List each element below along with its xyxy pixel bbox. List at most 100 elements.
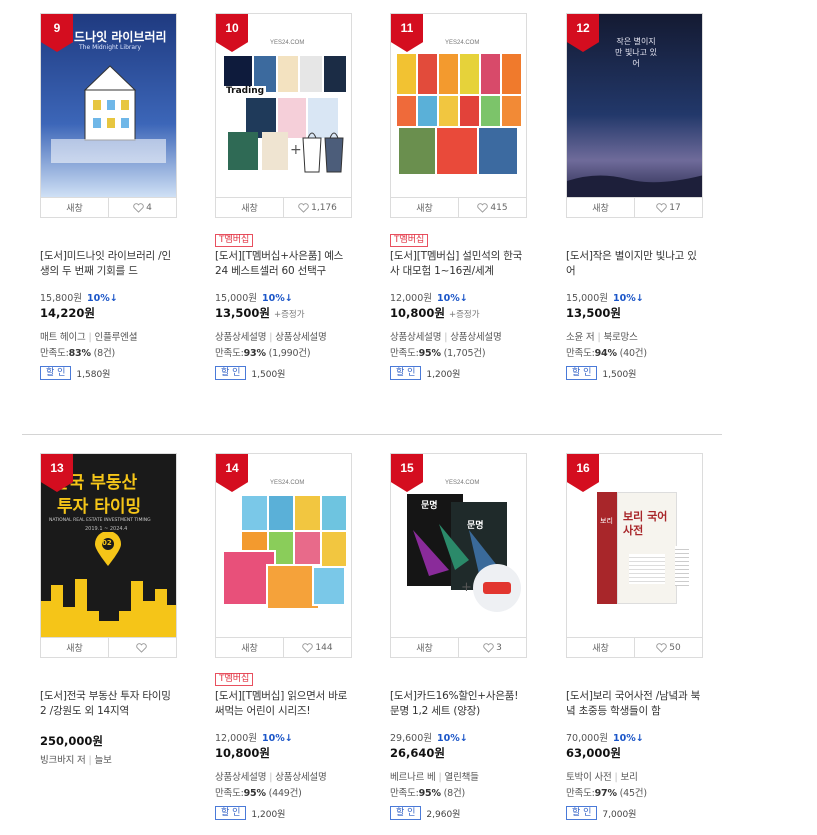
product-title[interactable]: [도서][T멤버십] 설민석의 한국사 대모험 1~16권/세계 [390, 249, 530, 279]
like-button[interactable]: 415 [458, 198, 526, 217]
detail-link[interactable]: 상품상세설명 [215, 332, 266, 343]
publisher[interactable]: 보리 [621, 772, 638, 783]
author[interactable]: 매트 헤이그 [40, 332, 86, 343]
sale-price: 63,000원 [566, 746, 621, 760]
author[interactable]: 베르나르 베 [390, 772, 436, 783]
product-title[interactable]: [도서]보리 국어사전 /남녘과 북녘 초중등 학생들이 함 [566, 689, 706, 719]
review-count[interactable]: (8건) [94, 348, 116, 359]
discount-button[interactable]: 할 인 [215, 366, 247, 380]
new-window-button[interactable]: 새창 [216, 198, 283, 217]
discount-button[interactable]: 할 인 [566, 806, 598, 820]
author-publisher: 소윤 저 | 북로망스 [566, 332, 638, 343]
rating: 만족도:93% (1,990건) [215, 348, 311, 359]
book-cover[interactable]: 12 작은 별이지만 빛나고 있어 [566, 13, 703, 198]
like-count: 50 [669, 642, 681, 653]
author[interactable]: 빙크바지 저 [40, 755, 86, 766]
cover-title: 미드나잇 라이브러리 [63, 30, 167, 44]
publisher[interactable]: 북로망스 [603, 332, 637, 343]
rating: 만족도:95% (449건) [215, 788, 302, 799]
discount-button[interactable]: 할 인 [215, 806, 247, 820]
list-price-line: 12,000원 10%↓ [390, 290, 468, 304]
like-button[interactable]: 1,176 [283, 198, 351, 217]
discount-button[interactable]: 할 인 [566, 366, 598, 380]
product-title[interactable]: [도서][T멤버십+사은품] 예스24 베스트셀러 60 선택구 [215, 249, 355, 279]
rating: 만족도:97% (45건) [566, 788, 647, 799]
like-button[interactable] [108, 638, 176, 657]
product-title[interactable]: [도서]작은 별이지만 빛나고 있어 [566, 249, 706, 279]
discount-rate: 10%↓ [86, 293, 118, 304]
discount-rate: 10%↓ [436, 293, 468, 304]
product-card: 9 미드나잇 라이브러리 The Midnight Library 새창 4 [40, 13, 177, 218]
author[interactable]: 소윤 저 [566, 332, 595, 343]
row-divider [22, 434, 722, 435]
product-title[interactable]: [도서]미드나잇 라이브러리 /인생의 두 번째 기회를 드 [40, 249, 180, 279]
discount-row: 할 인 2,960원 [390, 806, 460, 820]
like-button[interactable]: 144 [283, 638, 351, 657]
like-count: 415 [490, 202, 508, 213]
review-count[interactable]: (449건) [269, 788, 302, 799]
review-count[interactable]: (45건) [620, 788, 647, 799]
review-count[interactable]: (1,705건) [444, 348, 486, 359]
like-button[interactable]: 50 [634, 638, 702, 657]
discount-rate: 10%↓ [612, 733, 644, 744]
new-window-button[interactable]: 새창 [391, 198, 458, 217]
book-cover[interactable]: 11 YES24.COM [390, 13, 527, 198]
book-cover[interactable]: 9 미드나잇 라이브러리 The Midnight Library [40, 13, 177, 198]
publisher[interactable]: 인플루엔셜 [95, 332, 138, 343]
list-price: 12,000원 [390, 293, 432, 304]
skyline-illustration [41, 579, 176, 637]
review-count[interactable]: (8건) [444, 788, 466, 799]
detail-link[interactable]: 상품상세설명 [275, 332, 326, 343]
card-actions: 새창 3 [390, 638, 527, 658]
house-illustration [83, 65, 137, 141]
discount-button[interactable]: 할 인 [40, 366, 72, 380]
heart-icon [302, 642, 314, 653]
card-actions: 새창 144 [215, 638, 352, 658]
book-cover[interactable]: 14 YES24.COM [215, 453, 352, 638]
sale-price: 250,000원 [40, 734, 103, 748]
author[interactable]: 토박이 사전 [566, 772, 612, 783]
author-publisher: 빙크바지 저 | 늘보 [40, 755, 112, 766]
detail-link[interactable]: 상품상세설명 [275, 772, 326, 783]
new-window-button[interactable]: 새창 [216, 638, 283, 657]
discount-rate: 10%↓ [436, 733, 468, 744]
discount-row: 할 인 1,500원 [215, 366, 285, 380]
product-card: 11 YES24.COM 새창 415 [390, 13, 527, 218]
like-button[interactable]: 3 [458, 638, 526, 657]
review-count[interactable]: (1,990건) [269, 348, 311, 359]
rating-percent: 95% [418, 788, 441, 799]
book-cover[interactable]: 13 한국 부동산 투자 타이밍 NATIONAL REAL ESTATE IN… [40, 453, 177, 638]
like-button[interactable]: 4 [108, 198, 176, 217]
new-window-button[interactable]: 새창 [41, 638, 108, 657]
product-card: 14 YES24.COM 새창 144 [215, 453, 352, 658]
new-window-button[interactable]: 새창 [391, 638, 458, 657]
book-cover[interactable]: 16 보리 보리 국어 사전 [566, 453, 703, 638]
discount-rate: 10%↓ [261, 733, 293, 744]
new-window-button[interactable]: 새창 [567, 198, 634, 217]
new-window-button[interactable]: 새창 [567, 638, 634, 657]
book-cover[interactable]: 15 YES24.COM 문명 문명 + [390, 453, 527, 638]
discount-amount: 1,580원 [76, 369, 111, 380]
new-window-button[interactable]: 새창 [41, 198, 108, 217]
product-title[interactable]: [도서]전국 부동산 투자 타이밍 2 /강원도 외 14지역 [40, 689, 180, 719]
discount-button[interactable]: 할 인 [390, 366, 422, 380]
like-count: 4 [146, 202, 152, 213]
card-actions: 새창 1,176 [215, 198, 352, 218]
review-count[interactable]: (40건) [620, 348, 647, 359]
list-price: 15,000원 [215, 293, 257, 304]
cover-title: 작은 별이지만 빛나고 있어 [615, 37, 657, 68]
detail-link[interactable]: 상품상세설명 [215, 772, 266, 783]
card-actions: 새창 4 [40, 198, 177, 218]
publisher[interactable]: 늘보 [95, 755, 112, 766]
product-title[interactable]: [도서][T멤버십] 읽으면서 바로 써먹는 어린이 시리즈! [215, 689, 355, 719]
detail-link[interactable]: 상품상세설명 [450, 332, 501, 343]
rating: 만족도:94% (40건) [566, 348, 647, 359]
discount-button[interactable]: 할 인 [390, 806, 422, 820]
product-title[interactable]: [도서]카드16%할인+사은품! 문명 1,2 세트 (양장) [390, 689, 530, 719]
like-button[interactable]: 17 [634, 198, 702, 217]
book-cover[interactable]: 10 YES24.COM Trading + [215, 13, 352, 198]
publisher[interactable]: 열린책들 [445, 772, 479, 783]
detail-link[interactable]: 상품상세설명 [390, 332, 441, 343]
rating: 만족도:95% (1,705건) [390, 348, 486, 359]
list-price: 12,000원 [215, 733, 257, 744]
